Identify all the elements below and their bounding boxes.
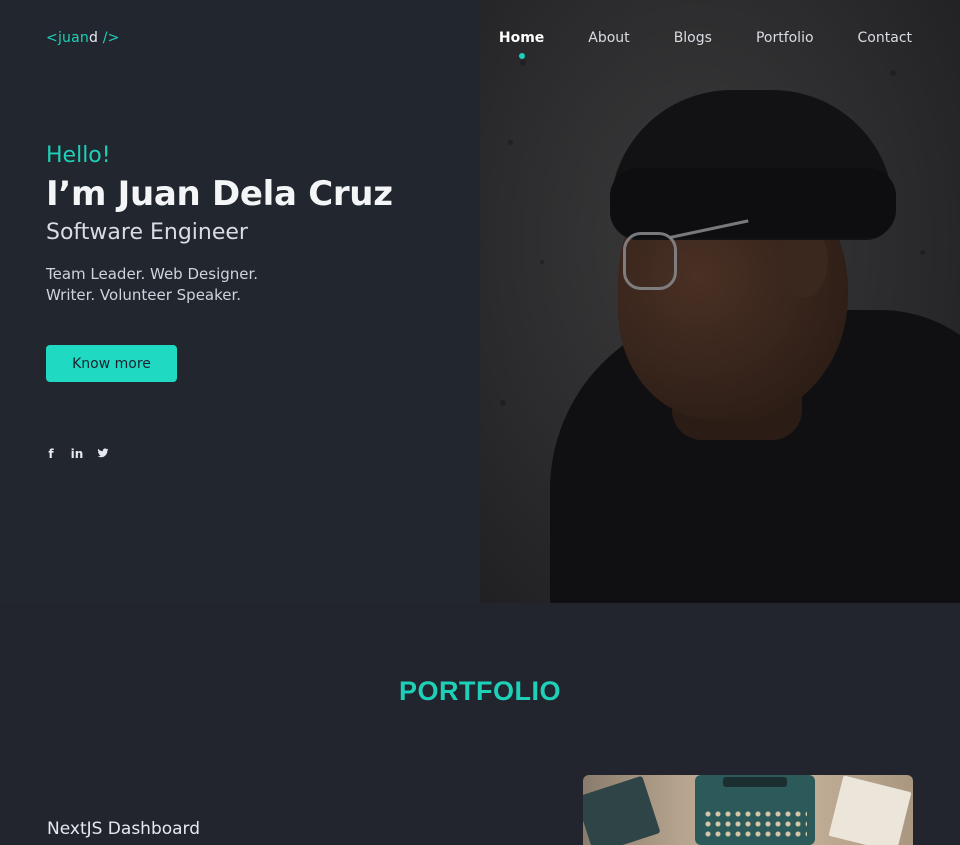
facebook-icon[interactable]: f [44, 447, 58, 461]
social-links: f in [44, 447, 110, 461]
wall-speck [520, 60, 526, 66]
nav-contact[interactable]: Contact [858, 30, 912, 46]
thumb-paper [828, 775, 912, 845]
portfolio-section: PORTFOLIO NextJS Dashboard [0, 603, 960, 845]
twitter-icon[interactable] [96, 447, 110, 461]
logo-bracket-open: < [46, 30, 58, 46]
know-more-button[interactable]: Know more [46, 345, 177, 382]
wall-speck [508, 140, 513, 145]
nav-blogs[interactable]: Blogs [674, 30, 712, 46]
wall-speck [890, 70, 896, 76]
nav-about[interactable]: About [588, 30, 629, 46]
nav-home[interactable]: Home [499, 30, 544, 59]
hero-left-panel: <juand /> Hello! I’m Juan Dela Cruz Soft… [0, 0, 480, 603]
thumb-book [583, 775, 661, 845]
site-logo[interactable]: <juand /> [46, 30, 120, 46]
wall-speck [540, 260, 544, 264]
hero-tagline-line1: Team Leader. Web Designer. [46, 265, 259, 283]
project-thumbnail[interactable] [583, 775, 913, 845]
hero-role: Software Engineer [46, 220, 248, 245]
hero-tagline: Team Leader. Web Designer. Writer. Volun… [46, 264, 366, 306]
hero-portrait-photo [480, 0, 960, 603]
portrait-beanie-cuff [610, 168, 896, 238]
twitter-icon-glyph [97, 448, 109, 458]
project-title[interactable]: NextJS Dashboard [47, 819, 200, 839]
hero-tagline-line2: Writer. Volunteer Speaker. [46, 286, 242, 304]
nav-portfolio[interactable]: Portfolio [756, 30, 814, 46]
wall-speck [920, 250, 925, 255]
thumb-typewriter-keys [703, 809, 807, 839]
main-nav: Home About Blogs Portfolio Contact [455, 30, 912, 59]
linkedin-icon[interactable]: in [70, 447, 84, 461]
portfolio-heading: PORTFOLIO [399, 676, 561, 706]
hero-greeting: Hello! [46, 143, 111, 168]
logo-text-b: d [88, 30, 99, 46]
hero-name: I’m Juan Dela Cruz [46, 174, 393, 214]
thumb-typewriter-top [723, 777, 787, 787]
wall-speck [500, 400, 506, 406]
portrait-glasses [623, 232, 677, 290]
logo-text-a: juan [57, 30, 89, 46]
logo-bracket-close: /> [98, 30, 120, 46]
hero-section: <juand /> Hello! I’m Juan Dela Cruz Soft… [0, 0, 960, 603]
